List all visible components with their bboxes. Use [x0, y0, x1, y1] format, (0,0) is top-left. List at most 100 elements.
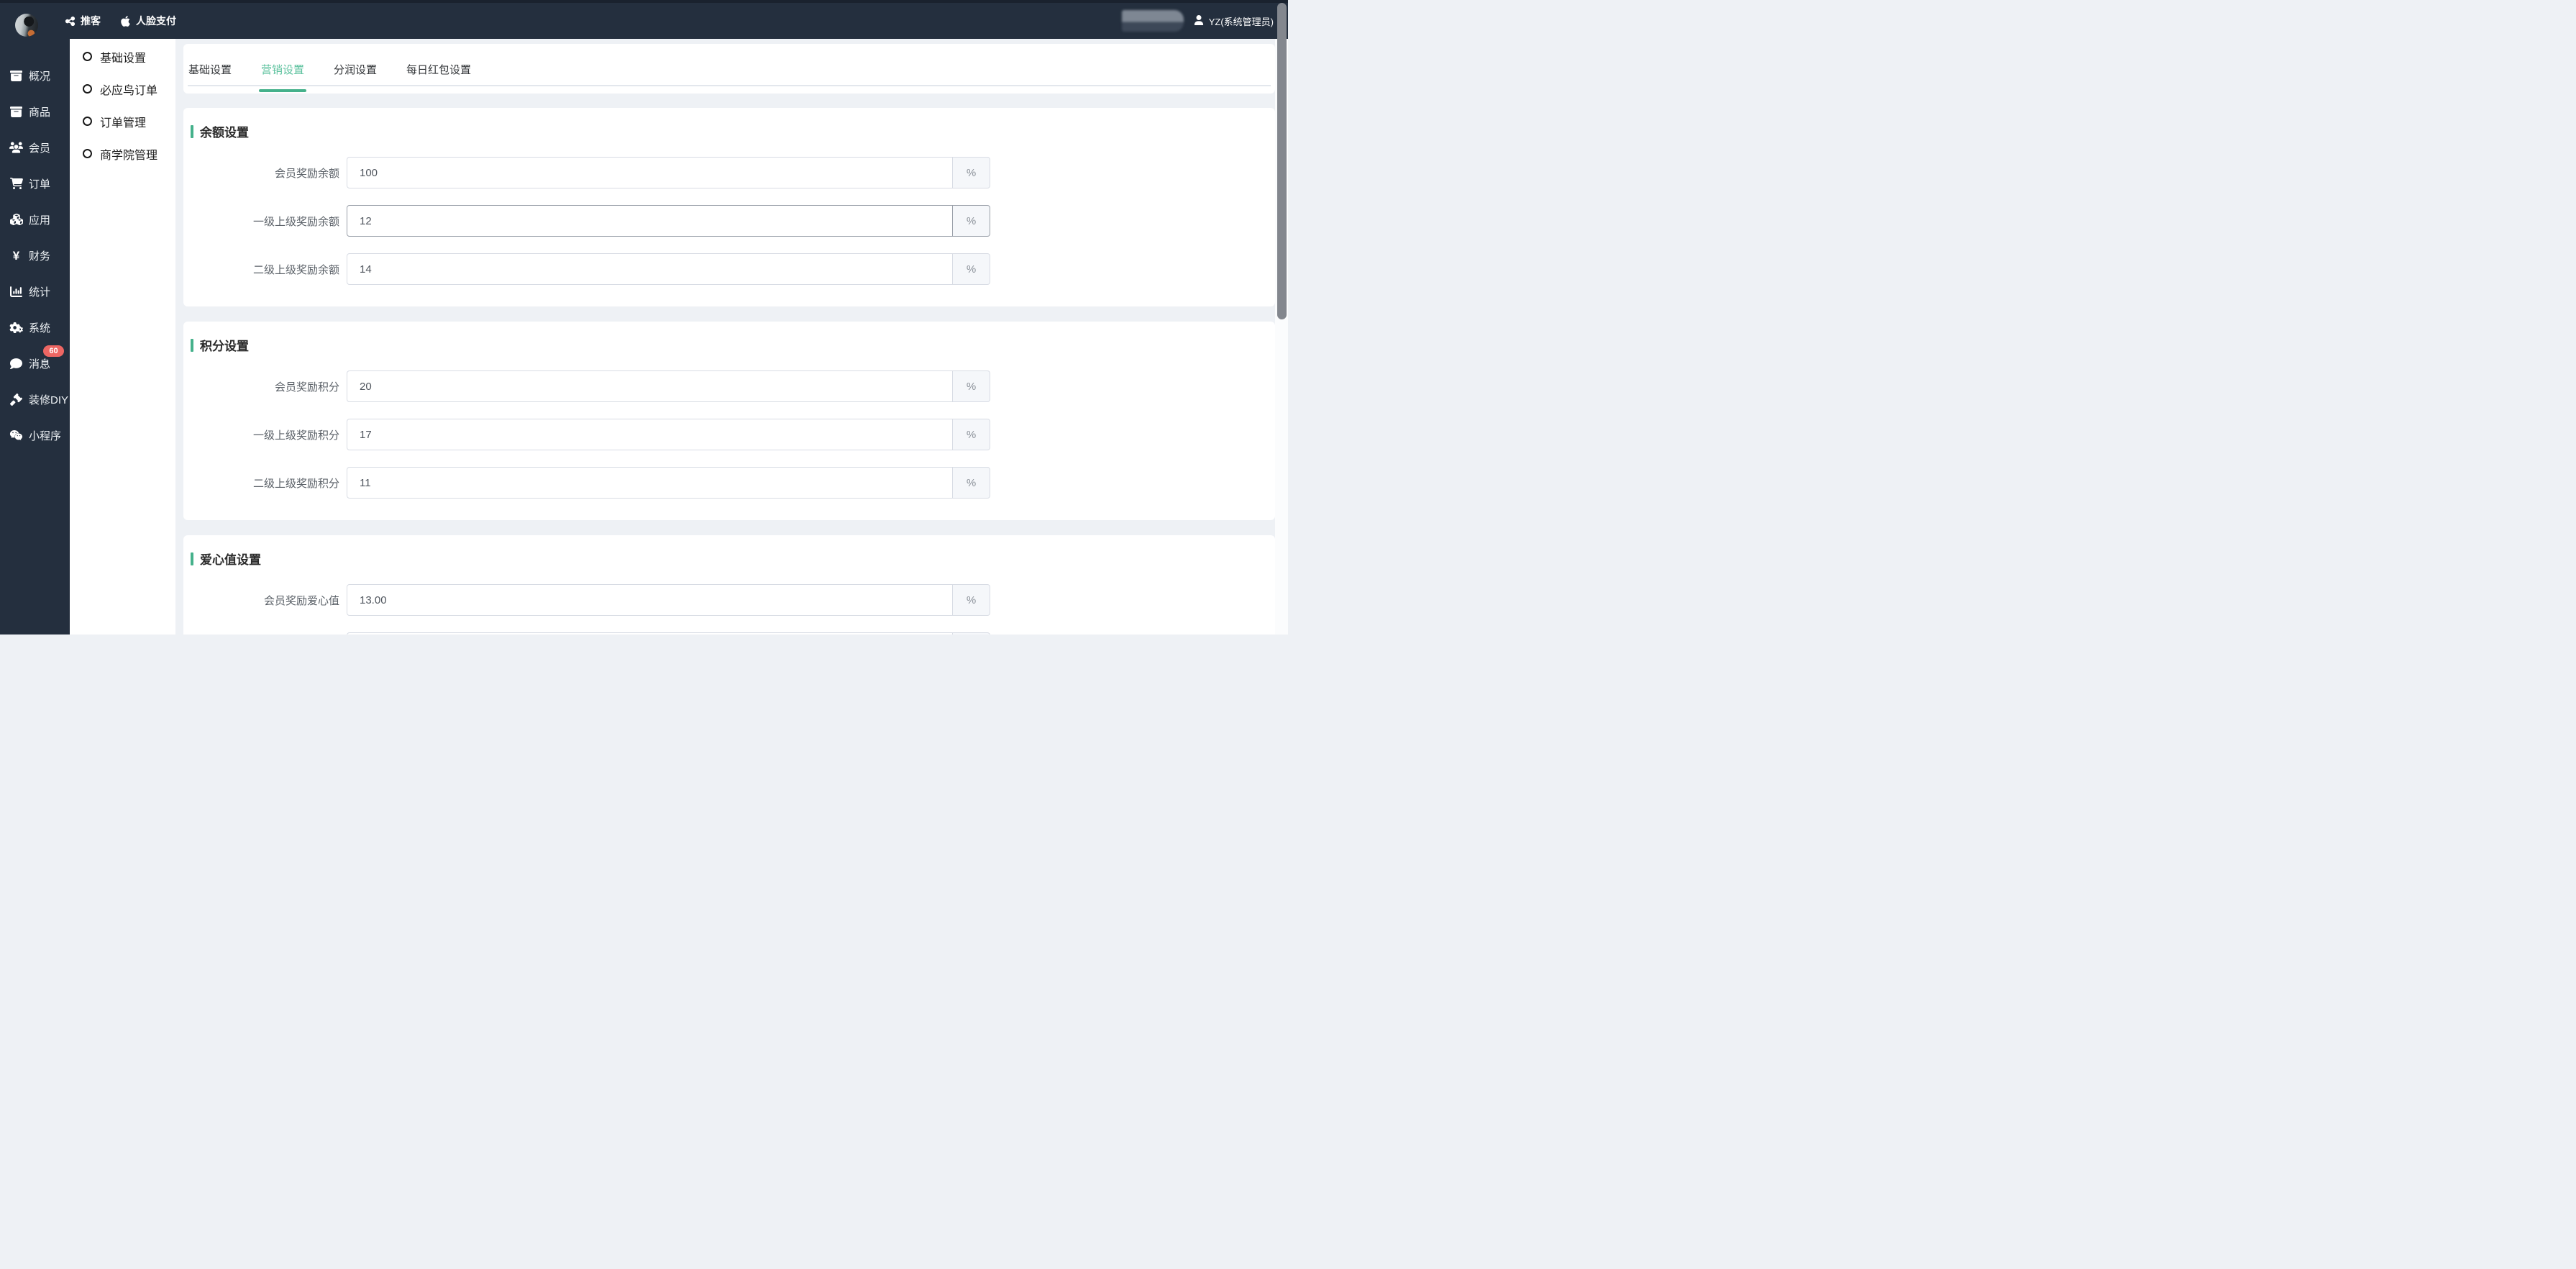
topnav-label: 推客: [81, 14, 101, 28]
section-love-value-settings: 爱心值设置 会员奖励爱心值 %: [183, 535, 1275, 634]
member-reward-points-input[interactable]: [347, 370, 953, 402]
main-content: 基础设置 营销设置 分润设置 每日红包设置 余额设置 会员奖励余额 %: [175, 39, 1288, 634]
section-points-settings: 积分设置 会员奖励积分 % 一级上级奖励积分 % 二级上级奖励: [183, 322, 1275, 520]
input-group: %: [347, 253, 990, 285]
submenu-label: 订单管理: [100, 113, 146, 130]
sidebar-label: 装修DIY: [29, 392, 68, 407]
percent-suffix: %: [953, 584, 990, 616]
field-level2-reward-balance: 二级上级奖励余额 %: [183, 253, 1275, 285]
field-label: 会员奖励爱心值: [183, 593, 347, 608]
share-icon: [65, 16, 76, 27]
sidebar-label: 商品: [29, 104, 50, 119]
percent-suffix: %: [953, 157, 990, 188]
level2-reward-balance-input[interactable]: [347, 253, 953, 285]
archive-box-icon: [9, 106, 24, 118]
sidebar-item-decorate-diy[interactable]: 装修DIY: [0, 381, 70, 417]
submenu-label: 必应鸟订单: [100, 81, 157, 98]
sidebar-item-apps[interactable]: 应用: [0, 201, 70, 237]
cubes-icon: [9, 214, 24, 225]
section-title: 余额设置: [191, 122, 1275, 140]
submenu-label: 商学院管理: [100, 145, 157, 163]
percent-suffix: %: [953, 370, 990, 402]
level1-reward-balance-input[interactable]: [347, 205, 953, 237]
field-label: 会员奖励积分: [183, 379, 347, 394]
field-level1-reward-balance: 一级上级奖励余额 %: [183, 205, 1275, 237]
submenu-label: 基础设置: [100, 48, 146, 65]
sidebar-item-members[interactable]: 会员: [0, 129, 70, 165]
cart-icon: [9, 178, 24, 189]
field-next-partial: [183, 632, 1275, 634]
circle-icon: [83, 117, 92, 126]
percent-suffix: [953, 632, 990, 634]
sidebar-item-messages[interactable]: 消息 60: [0, 345, 70, 381]
tab-bar-card: 基础设置 营销设置 分润设置 每日红包设置: [183, 44, 1275, 94]
top-bar: 推客 人脸支付 YZ(系统管理员): [0, 0, 1288, 39]
wechat-icon: [9, 429, 24, 441]
section-balance-settings: 余额设置 会员奖励余额 % 一级上级奖励余额 % 二级上级奖励: [183, 108, 1275, 306]
input-group: %: [347, 370, 990, 402]
tab-underline-track: [188, 85, 1271, 86]
app-window: 推客 人脸支付 YZ(系统管理员): [0, 0, 1288, 634]
input-group: %: [347, 584, 990, 616]
input-group: %: [347, 157, 990, 188]
tabs: 基础设置 营销设置 分润设置 每日红包设置: [188, 44, 1271, 88]
member-reward-love-input[interactable]: [347, 584, 953, 616]
sidebar-item-finance[interactable]: ¥ 财务: [0, 237, 70, 273]
gears-icon: [9, 322, 24, 333]
sidebar-item-orders[interactable]: 订单: [0, 165, 70, 201]
circle-icon: [83, 84, 92, 94]
sidebar-item-mini-program[interactable]: 小程序: [0, 417, 70, 453]
topnav-item-face-pay[interactable]: 人脸支付: [120, 14, 176, 28]
avatar[interactable]: [15, 14, 38, 37]
top-nav: 推客 人脸支付: [65, 3, 176, 39]
user-name: YZ(系统管理员): [1209, 14, 1274, 28]
users-icon: [9, 142, 24, 153]
input-group: %: [347, 205, 990, 237]
field-label: 二级上级奖励积分: [183, 476, 347, 491]
field-member-reward-balance: 会员奖励余额 %: [183, 157, 1275, 188]
level2-reward-points-input[interactable]: [347, 467, 953, 499]
submenu-item-basic-settings[interactable]: 基础设置: [70, 40, 175, 73]
field-label: 会员奖励余额: [183, 165, 347, 181]
field-level2-reward-points: 二级上级奖励积分 %: [183, 467, 1275, 499]
field-label: 一级上级奖励积分: [183, 427, 347, 442]
sidebar-item-overview[interactable]: 概况: [0, 58, 70, 94]
submenu-item-biyingniao-orders[interactable]: 必应鸟订单: [70, 73, 175, 105]
user-menu[interactable]: YZ(系统管理员): [1194, 14, 1274, 28]
gavel-icon: [9, 394, 24, 406]
scrollbar-thumb[interactable]: [1277, 3, 1287, 319]
circle-icon: [83, 149, 92, 158]
archive-box-icon: [9, 70, 24, 82]
circle-icon: [83, 52, 92, 61]
member-reward-balance-input[interactable]: [347, 157, 953, 188]
sidebar: 概况 商品 会员 订单: [0, 39, 70, 634]
layout: 概况 商品 会员 订单: [0, 39, 1288, 634]
partial-next-input[interactable]: [347, 632, 953, 634]
field-member-reward-points: 会员奖励积分 %: [183, 370, 1275, 402]
topnav-label: 人脸支付: [136, 14, 176, 28]
level1-reward-points-input[interactable]: [347, 419, 953, 450]
sidebar-label: 应用: [29, 212, 50, 227]
redacted-label: [1122, 10, 1184, 32]
percent-suffix: %: [953, 253, 990, 285]
yen-icon: ¥: [9, 250, 24, 262]
sidebar-label: 订单: [29, 176, 50, 191]
sidebar-label: 小程序: [29, 428, 61, 443]
section-title: 积分设置: [191, 336, 1275, 354]
topnav-item-tuike[interactable]: 推客: [65, 14, 101, 28]
sidebar-item-statistics[interactable]: 统计: [0, 273, 70, 309]
percent-suffix: %: [953, 205, 990, 237]
sidebar-label: 会员: [29, 140, 50, 155]
apple-icon: [120, 15, 131, 27]
comment-icon: [9, 358, 24, 370]
input-group: %: [347, 467, 990, 499]
submenu-item-business-school[interactable]: 商学院管理: [70, 137, 175, 170]
sidebar-item-products[interactable]: 商品: [0, 94, 70, 129]
sidebar-item-system[interactable]: 系统: [0, 309, 70, 345]
submenu: 基础设置 必应鸟订单 订单管理 商学院管理: [70, 39, 175, 634]
bar-chart-icon: [9, 286, 24, 298]
sidebar-label: 统计: [29, 284, 50, 299]
message-count-badge: 60: [43, 345, 64, 357]
submenu-item-order-management[interactable]: 订单管理: [70, 105, 175, 137]
user-icon: [1194, 15, 1204, 27]
